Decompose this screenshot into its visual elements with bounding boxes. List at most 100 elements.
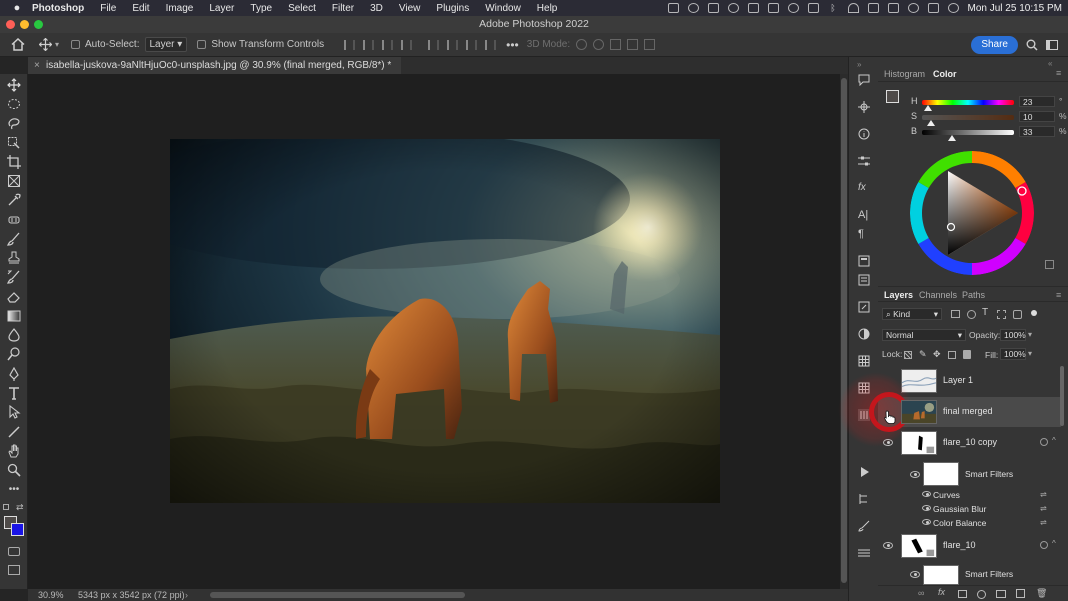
distribute-v-icon[interactable] [485, 39, 497, 50]
control-center-icon[interactable] [927, 3, 939, 13]
wifi-icon[interactable] [847, 3, 859, 13]
layer-name[interactable]: flare_10 copy [943, 437, 997, 447]
3d-scale-icon[interactable] [644, 39, 656, 50]
mail-icon[interactable] [887, 3, 899, 13]
document-photo[interactable] [170, 139, 720, 503]
zoom-level[interactable]: 30.9% [38, 589, 64, 601]
eye-icon[interactable] [922, 519, 931, 525]
comments-icon[interactable] [858, 74, 870, 86]
status-chevron-icon[interactable]: › [185, 589, 188, 601]
info-icon[interactable] [858, 128, 870, 140]
align-top-icon[interactable] [428, 39, 440, 50]
menubar-clock[interactable]: Mon Jul 25 10:15 PM [968, 3, 1063, 14]
libraries-icon[interactable] [858, 255, 870, 267]
menu-window[interactable]: Window [477, 3, 529, 14]
menu-plugins[interactable]: Plugins [428, 3, 477, 14]
visibility-toggle[interactable] [883, 377, 893, 384]
menu-help[interactable]: Help [529, 3, 566, 14]
menu-file[interactable]: File [92, 3, 124, 14]
channel-mixer-icon[interactable] [858, 547, 870, 559]
properties-icon[interactable] [858, 274, 870, 286]
dodge-tool-icon[interactable] [7, 347, 21, 361]
align-center-h-icon[interactable] [363, 39, 375, 50]
clone-stamp-tool-icon[interactable] [7, 251, 21, 265]
screen-mode-icon[interactable] [8, 565, 20, 575]
paragraph-icon[interactable]: ¶ [858, 228, 870, 240]
eraser-tool-icon[interactable] [7, 290, 21, 304]
opacity-chevron-icon[interactable]: ▾ [1028, 330, 1032, 339]
search-icon[interactable] [1026, 39, 1038, 51]
color-wheel[interactable] [910, 151, 1034, 275]
siri-icon[interactable] [947, 3, 959, 13]
add-layer-style-icon[interactable]: fx [938, 587, 945, 597]
smart-filter-mask-thumbnail[interactable] [923, 462, 959, 486]
hand-tool-icon[interactable] [7, 444, 21, 458]
filter-shape-layers-icon[interactable] [997, 310, 1006, 319]
filter-options-icon[interactable]: ⇌ [1040, 504, 1047, 513]
line-tool-icon[interactable] [7, 425, 21, 439]
filter-options-icon[interactable]: ⇌ [1040, 490, 1047, 499]
move-tool-icon[interactable] [39, 38, 52, 51]
tab-paths[interactable]: Paths [962, 287, 985, 303]
collapse-panels-icon[interactable]: » [857, 60, 861, 69]
add-mask-icon[interactable] [958, 590, 967, 598]
color-panel-icon[interactable] [858, 328, 870, 340]
frame-tool-icon[interactable] [7, 174, 21, 188]
distribute-h-icon[interactable] [401, 39, 413, 50]
styles-fx-icon[interactable]: fx [858, 182, 870, 194]
navigator-icon[interactable] [858, 101, 870, 113]
brush-tool-icon[interactable] [7, 232, 21, 246]
grid-app-icon[interactable] [807, 3, 819, 13]
filter-name[interactable]: Gaussian Blur [933, 504, 986, 514]
path-selection-tool-icon[interactable] [7, 405, 21, 419]
new-adjustment-layer-icon[interactable] [977, 590, 986, 599]
layers-scrollbar-thumb[interactable] [1060, 366, 1064, 426]
saturation-track[interactable] [922, 115, 1014, 120]
opacity-input[interactable]: 100% [1000, 329, 1026, 341]
home-icon[interactable] [11, 38, 25, 51]
speed-icon[interactable] [787, 3, 799, 13]
object-select-tool-icon[interactable] [7, 136, 21, 150]
menu-app-name[interactable]: Photoshop [26, 3, 92, 14]
edit-toolbar-icon[interactable]: ••• [7, 483, 21, 497]
eye-icon[interactable] [910, 471, 920, 478]
blur-tool-icon[interactable] [7, 328, 21, 342]
gradient-tool-icon[interactable] [7, 309, 21, 323]
minimize-window-button[interactable] [20, 20, 29, 29]
add-to-swatches-icon[interactable] [1045, 260, 1054, 269]
tab-color[interactable]: Color [933, 66, 957, 82]
lock-transparency-icon[interactable] [904, 351, 912, 359]
canvas-vertical-scrollbar[interactable] [840, 74, 848, 589]
filter-row-curves[interactable]: Curves ⇌ [878, 488, 1061, 502]
display-icon[interactable] [747, 3, 759, 13]
filter-type-layers-icon[interactable]: T [982, 307, 988, 318]
auto-select-dropdown[interactable]: Layer ▾ [144, 37, 188, 52]
eye-icon[interactable] [922, 505, 931, 511]
creative-cloud-icon[interactable] [687, 3, 699, 13]
fill-chevron-icon[interactable]: ▾ [1028, 349, 1032, 358]
filter-row-color-balance[interactable]: Color Balance ⇌ [878, 516, 1061, 530]
filter-name[interactable]: Curves [933, 490, 960, 500]
menu-select[interactable]: Select [280, 3, 324, 14]
tool-preset-chevron-icon[interactable]: ▾ [55, 40, 59, 49]
filter-options-icon[interactable]: ⇌ [1040, 518, 1047, 527]
brush-settings-icon[interactable] [858, 520, 870, 532]
crop-tool-icon[interactable] [7, 155, 21, 169]
show-transform-checkbox[interactable] [197, 40, 207, 49]
hue-track[interactable] [922, 100, 1014, 105]
brightness-value-input[interactable]: 33 [1019, 126, 1055, 137]
layer-name[interactable]: flare_10 [943, 540, 976, 550]
swatches-icon[interactable] [858, 355, 870, 367]
menu-edit[interactable]: Edit [124, 3, 157, 14]
close-icon[interactable]: × [34, 57, 40, 74]
brightness-slider-knob[interactable] [948, 135, 957, 141]
menu-type[interactable]: Type [242, 3, 280, 14]
fill-input[interactable]: 100% [1000, 348, 1026, 360]
swap-colors-icon[interactable]: ⇄ [16, 502, 24, 513]
color-panel-menu-icon[interactable]: ≡ [1056, 68, 1061, 78]
canvas-horizontal-scrollbar[interactable] [210, 592, 465, 598]
layer-name[interactable]: final merged [943, 406, 993, 416]
eye-icon[interactable] [883, 439, 893, 446]
workspace-icon[interactable] [1046, 40, 1058, 50]
scrollbar-thumb[interactable] [841, 78, 847, 583]
